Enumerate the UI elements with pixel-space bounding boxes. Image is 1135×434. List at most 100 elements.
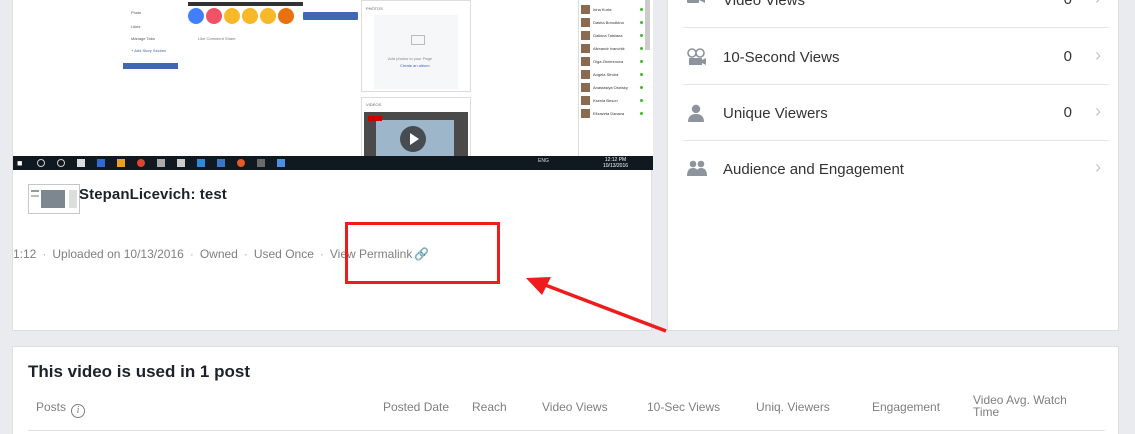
mini-menu-item: Likes xyxy=(131,24,141,29)
meta-separator: · xyxy=(42,247,47,261)
chat-contact: Angela Stroha xyxy=(581,69,647,79)
windows-start-icon: ■ xyxy=(17,158,23,168)
chat-contact: Elizaveta Danava xyxy=(581,108,647,118)
chat-contact-name: Irina Kurta xyxy=(593,7,612,12)
thumbnail-line xyxy=(31,190,39,192)
mini-videos-label: VIDEOS xyxy=(366,102,382,107)
online-dot-icon xyxy=(640,86,643,89)
avatar xyxy=(581,109,590,118)
app-icon xyxy=(197,159,205,167)
video-thumbnail[interactable] xyxy=(28,184,80,214)
posts-card: This video is used in 1 post Posts i Post… xyxy=(12,346,1119,434)
like-reaction-icon xyxy=(188,8,204,24)
cortana-icon xyxy=(57,159,65,167)
avatar xyxy=(581,5,590,14)
online-dot-icon xyxy=(640,99,643,102)
taskbar-tray: ENG xyxy=(538,158,549,164)
video-card: Posts Likes Manage Tabs + Add Story Sect… xyxy=(12,0,653,331)
mini-post: Like Comment Share xyxy=(188,0,358,45)
app-icon xyxy=(157,159,165,167)
reaction-icons xyxy=(188,8,294,26)
column-label: Posts xyxy=(36,400,67,414)
video-preview-screenshot[interactable]: Posts Likes Manage Tabs + Add Story Sect… xyxy=(13,0,653,170)
mini-photos-label: PHOTOS xyxy=(366,6,383,11)
column-header-engagement[interactable]: Engagement xyxy=(872,400,940,414)
info-icon[interactable]: i xyxy=(71,404,86,418)
mini-boost-button xyxy=(303,12,358,20)
avatar xyxy=(581,83,590,92)
column-header-avg-watch-time[interactable]: Video Avg. Watch Time xyxy=(973,394,1088,418)
online-dot-icon xyxy=(640,112,643,115)
wow-reaction-icon xyxy=(242,8,258,24)
metric-row-video-views[interactable]: Video Views 0 › xyxy=(683,0,1109,28)
chat-contact-name: Dasha Borodkina xyxy=(593,20,624,25)
column-header-posts[interactable]: Posts i xyxy=(36,400,86,418)
app-icon xyxy=(217,159,225,167)
mini-page-menu: Posts Likes Manage Tabs + Add Story Sect… xyxy=(113,0,193,160)
chat-contact: Irina Kurta xyxy=(581,4,647,14)
chat-contact-name: Alexandr Ivanchik xyxy=(593,46,625,51)
mini-photos-area: Add photos to your Page Create an album xyxy=(374,15,458,89)
chrome-icon xyxy=(137,159,145,167)
chat-contact: Alexandr Ivanchik xyxy=(581,43,647,53)
metric-value: 0 xyxy=(1063,48,1072,65)
online-dot-icon xyxy=(640,60,643,63)
windows-taskbar: ■ ENG 12:12 PM 10/13/2016 xyxy=(13,156,653,170)
meta-separator: · xyxy=(319,247,324,261)
person-icon xyxy=(687,104,705,122)
avatar xyxy=(581,70,590,79)
mini-photos-text: Add photos to your Page xyxy=(388,56,433,61)
metric-value: 0 xyxy=(1063,104,1072,121)
search-icon xyxy=(37,159,45,167)
column-header-uniq-viewers[interactable]: Uniq. Viewers xyxy=(756,400,830,414)
chat-contact-name: Olga Zheleznova xyxy=(593,59,624,64)
sad-reaction-icon xyxy=(260,8,276,24)
app-icon xyxy=(177,159,185,167)
metric-row-audience-engagement[interactable]: Audience and Engagement › xyxy=(683,141,1109,197)
mini-post-actions: Like Comment Share xyxy=(198,36,236,41)
mini-menu-item: Posts xyxy=(131,10,142,15)
app-icon xyxy=(277,159,285,167)
mini-menu-item: Manage Tabs xyxy=(131,36,155,41)
column-header-10-sec-views[interactable]: 10-Sec Views xyxy=(647,400,720,414)
chat-contact-name: Galkina Tatsiana xyxy=(593,33,623,38)
chat-contact: Ksenia Beson xyxy=(581,95,647,105)
camera-icon xyxy=(687,0,705,9)
taskbar-clock: 12:12 PM 10/13/2016 xyxy=(603,157,628,169)
photo-icon xyxy=(411,35,425,45)
task-view-icon xyxy=(77,159,85,167)
column-header-reach[interactable]: Reach xyxy=(472,400,507,414)
metric-value: 0 xyxy=(1064,0,1072,8)
column-header-video-views[interactable]: Video Views xyxy=(542,400,608,414)
app-icon xyxy=(237,159,245,167)
chevron-right-icon: › xyxy=(1095,101,1101,121)
love-reaction-icon xyxy=(206,8,222,24)
metric-row-10-second-views[interactable]: 10-Second Views 0 › xyxy=(683,29,1109,85)
chat-contact-name: Angela Stroha xyxy=(593,72,619,77)
chat-contact: Olga Zheleznova xyxy=(581,56,647,66)
avatar xyxy=(581,57,590,66)
meta-separator: · xyxy=(243,247,248,261)
mini-video-bar xyxy=(188,2,303,6)
metric-row-unique-viewers[interactable]: Unique Viewers 0 › xyxy=(683,85,1109,141)
column-header-posted-date[interactable]: Posted Date xyxy=(383,400,449,414)
chat-contact: Dasha Borodkina xyxy=(581,17,647,27)
metrics-card: Video Views 0 › 10-Second Views 0 › Uniq… xyxy=(667,0,1119,331)
table-divider xyxy=(28,430,1105,431)
annotation-highlight-box xyxy=(345,222,500,284)
video-title: StepanLicevich: test xyxy=(79,186,227,203)
mini-live-badge xyxy=(368,116,382,121)
chat-contact: Anastasiya Osinsky xyxy=(581,82,647,92)
avatar xyxy=(581,44,590,53)
mini-photos-panel: PHOTOS Add photos to your Page Create an… xyxy=(361,0,471,92)
chat-contact-name: Elizaveta Danava xyxy=(593,111,625,116)
haha-reaction-icon xyxy=(224,8,240,24)
chevron-right-icon: › xyxy=(1095,0,1101,9)
folder-icon xyxy=(117,159,125,167)
online-dot-icon xyxy=(640,34,643,37)
chevron-right-icon: › xyxy=(1095,157,1101,177)
metric-label: Video Views xyxy=(723,0,806,9)
mini-menu-item: + Add Story Section xyxy=(131,48,167,53)
chevron-right-icon: › xyxy=(1095,45,1101,65)
upload-date: Uploaded on 10/13/2016 xyxy=(52,247,184,261)
